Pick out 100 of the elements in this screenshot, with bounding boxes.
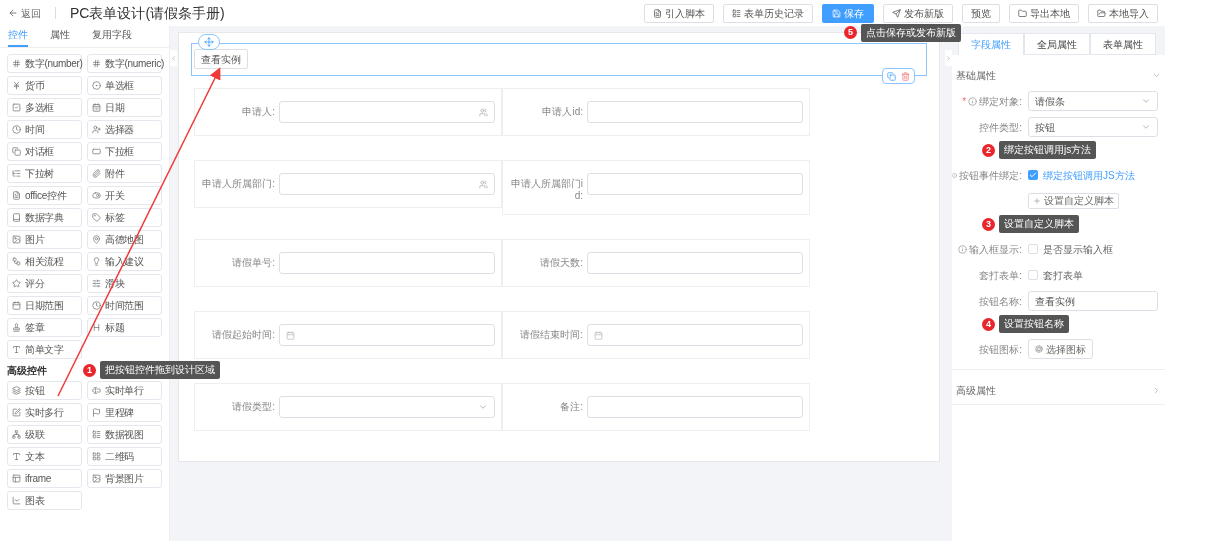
control-item[interactable]: 标题 — [87, 318, 162, 337]
input-field[interactable] — [587, 396, 803, 418]
trash-icon[interactable] — [901, 71, 910, 81]
input-field[interactable] — [279, 173, 495, 195]
section-heading: 高级控件 — [7, 363, 47, 378]
toggle-icon — [92, 191, 101, 200]
checkbox-icon — [12, 103, 21, 112]
control-item[interactable]: 货币 — [7, 76, 82, 95]
input-field[interactable] — [279, 252, 495, 274]
property-label: 绑定对象: — [979, 94, 1022, 109]
chevron-down-icon — [1141, 96, 1151, 106]
input-field[interactable]: 查看实例 — [1028, 291, 1158, 311]
field-label: 请假起始时间: — [211, 328, 275, 341]
control-item[interactable]: 评分 — [7, 274, 82, 293]
list-icon — [732, 8, 741, 18]
control-item[interactable]: 输入建议 — [87, 252, 162, 271]
number-badge: 1 — [83, 363, 96, 377]
property-tab[interactable]: 全局属性 — [1024, 33, 1090, 55]
control-item[interactable]: iframe — [7, 469, 82, 488]
control-item[interactable]: 简单文字 — [7, 340, 82, 359]
control-item[interactable]: 二维码 — [87, 447, 162, 466]
control-item[interactable]: 里程碑 — [87, 403, 162, 422]
control-item[interactable]: 时间 — [7, 120, 82, 139]
checkbox[interactable] — [1028, 170, 1038, 180]
property-tab[interactable]: 表单属性 — [1090, 33, 1156, 55]
control-item[interactable]: 日期范围 — [7, 296, 82, 315]
control-item[interactable]: office控件 — [7, 186, 82, 205]
back-button[interactable]: 返回 — [8, 5, 41, 21]
toolbar-button[interactable]: 预览 — [962, 3, 1000, 23]
map-pin-icon — [92, 235, 101, 244]
select-field[interactable]: 按钮 — [1028, 117, 1158, 137]
back-arrow-icon — [8, 8, 18, 18]
tooltip: 设置自定义脚本 — [999, 215, 1079, 233]
image-icon — [92, 474, 101, 483]
toolbar-button[interactable]: 引入脚本 — [644, 3, 714, 23]
collapse-right-button[interactable] — [945, 50, 952, 66]
control-item[interactable]: 数据视图 — [87, 425, 162, 444]
sidebar-tab[interactable]: 复用字段 — [92, 27, 132, 47]
toolbar-button[interactable]: 导出本地 — [1009, 3, 1079, 23]
radio-icon — [92, 81, 101, 90]
control-item[interactable]: 下拉框 — [87, 142, 162, 161]
tooltip: 绑定按钮调用js方法 — [999, 141, 1097, 159]
control-item[interactable]: 数字(numeric) — [87, 54, 162, 73]
chevron-right-icon — [1152, 385, 1161, 395]
copy-icon[interactable] — [887, 71, 896, 81]
control-item[interactable]: 开关 — [87, 186, 162, 205]
control-item[interactable]: 图表 — [7, 491, 82, 510]
folder-icon — [1018, 8, 1027, 18]
property-label: 按钮图标: — [979, 342, 1022, 357]
text-icon — [12, 345, 21, 354]
input-field[interactable] — [587, 324, 803, 346]
section-header[interactable]: 基础属性 — [952, 61, 1165, 89]
move-handle[interactable] — [198, 34, 220, 50]
property-label: 控件类型: — [979, 120, 1022, 135]
example-button[interactable]: 查看实例 — [194, 49, 248, 69]
control-item[interactable]: 按钮 — [7, 381, 82, 400]
input-field[interactable] — [279, 101, 495, 123]
control-item[interactable]: 多选框 — [7, 98, 82, 117]
input-field[interactable] — [587, 101, 803, 123]
control-item[interactable]: 日期 — [87, 98, 162, 117]
section-header[interactable]: 高级属性 — [952, 376, 1165, 404]
toolbar-button[interactable]: 本地导入 — [1088, 3, 1158, 23]
control-item[interactable]: 相关流程 — [7, 252, 82, 271]
control-item[interactable]: 签章 — [7, 318, 82, 337]
control-item[interactable]: 实时单行 — [87, 381, 162, 400]
control-item[interactable]: 选择器 — [87, 120, 162, 139]
toolbar-button[interactable]: 表单历史记录 — [723, 3, 813, 23]
control-item[interactable]: 标签 — [87, 208, 162, 227]
required-mark: * — [962, 94, 967, 109]
control-item[interactable]: 附件 — [87, 164, 162, 183]
control-item[interactable]: 数据字典 — [7, 208, 82, 227]
control-item[interactable]: 背景图片 — [87, 469, 162, 488]
control-item[interactable]: 级联 — [7, 425, 82, 444]
calendar-icon — [92, 103, 101, 112]
control-item[interactable]: 数字(number) — [7, 54, 82, 73]
chevron-right-icon — [945, 54, 952, 62]
control-item[interactable]: 实时多行 — [7, 403, 82, 422]
icon-picker-button[interactable]: 选择图标 — [1028, 339, 1093, 359]
users-icon — [479, 107, 488, 117]
input-field[interactable] — [587, 173, 803, 195]
sidebar-tab[interactable]: 属性 — [50, 27, 70, 47]
user-plus-icon — [92, 125, 101, 134]
script-button[interactable]: 设置自定义脚本 — [1028, 193, 1119, 209]
select-field[interactable]: 请假条 — [1028, 91, 1158, 111]
control-item[interactable]: 图片 — [7, 230, 82, 249]
input-field[interactable] — [587, 252, 803, 274]
checkbox[interactable] — [1028, 244, 1038, 254]
clock-icon — [12, 125, 21, 134]
aperture-icon — [1035, 345, 1043, 353]
toolbar-button[interactable]: 发布新版 — [883, 3, 953, 23]
checkbox[interactable] — [1028, 270, 1038, 280]
input-field[interactable] — [279, 324, 495, 346]
collapse-left-button[interactable] — [170, 50, 177, 66]
control-item[interactable]: 文本 — [7, 447, 82, 466]
control-item[interactable]: 时间范围 — [87, 296, 162, 315]
document-icon — [12, 191, 21, 200]
control-item[interactable]: 对话框 — [7, 142, 82, 161]
input-field[interactable] — [279, 396, 495, 418]
control-item[interactable]: 单选框 — [87, 76, 162, 95]
control-item[interactable]: 下拉树 — [7, 164, 82, 183]
